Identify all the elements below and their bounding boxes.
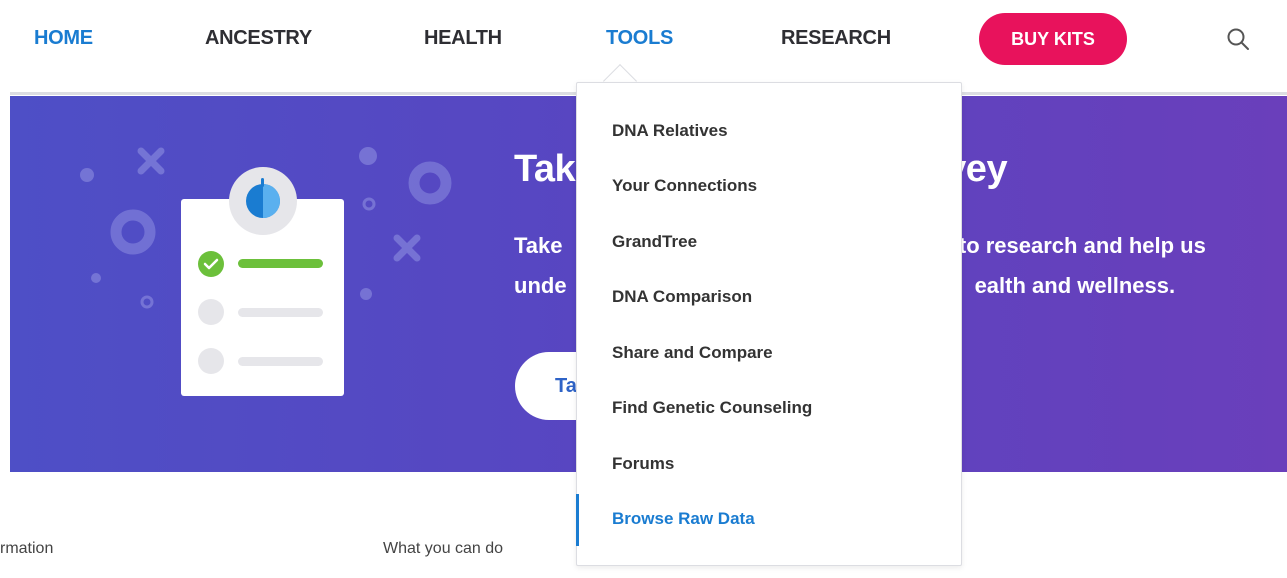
top-navigation: HOME ANCESTRY HEALTH TOOLS RESEARCH BUY … bbox=[0, 0, 1287, 92]
section-info-heading: rmation bbox=[0, 540, 54, 557]
search-icon[interactable] bbox=[1226, 27, 1250, 51]
nav-health[interactable]: HEALTH bbox=[424, 27, 502, 50]
banner-title-left: Tak bbox=[514, 148, 576, 190]
menu-item-dna-comparison[interactable]: DNA Comparison bbox=[577, 270, 961, 326]
banner-text-line1-right: e to research and help us bbox=[940, 233, 1206, 258]
menu-item-forums[interactable]: Forums bbox=[577, 436, 961, 492]
banner-text-line2-left: unde bbox=[514, 273, 567, 298]
menu-item-find-genetic-counseling[interactable]: Find Genetic Counseling bbox=[577, 381, 961, 437]
nav-tools[interactable]: TOOLS bbox=[606, 27, 673, 50]
menu-item-grandtree[interactable]: GrandTree bbox=[577, 214, 961, 270]
survey-clipboard-icon bbox=[80, 147, 452, 396]
tools-dropdown-list: DNA Relatives Your Connections GrandTree… bbox=[576, 103, 961, 548]
nav-ancestry[interactable]: ANCESTRY bbox=[205, 27, 312, 50]
nav-research[interactable]: RESEARCH bbox=[781, 27, 891, 50]
section-what-you-can-do-heading: What you can do bbox=[383, 540, 504, 557]
buy-kits-button[interactable]: BUY KITS bbox=[979, 13, 1127, 65]
nav-home[interactable]: HOME bbox=[34, 27, 93, 50]
banner-text-line2-right: ealth and wellness. bbox=[974, 273, 1176, 298]
menu-item-dna-relatives[interactable]: DNA Relatives bbox=[577, 103, 961, 159]
banner-text-line1-left: Take bbox=[514, 233, 563, 258]
menu-item-browse-raw-data[interactable]: Browse Raw Data bbox=[576, 492, 961, 548]
tools-dropdown-menu: DNA Relatives Your Connections GrandTree… bbox=[576, 82, 962, 566]
menu-item-share-and-compare[interactable]: Share and Compare bbox=[577, 325, 961, 381]
menu-item-your-connections[interactable]: Your Connections bbox=[577, 159, 961, 215]
